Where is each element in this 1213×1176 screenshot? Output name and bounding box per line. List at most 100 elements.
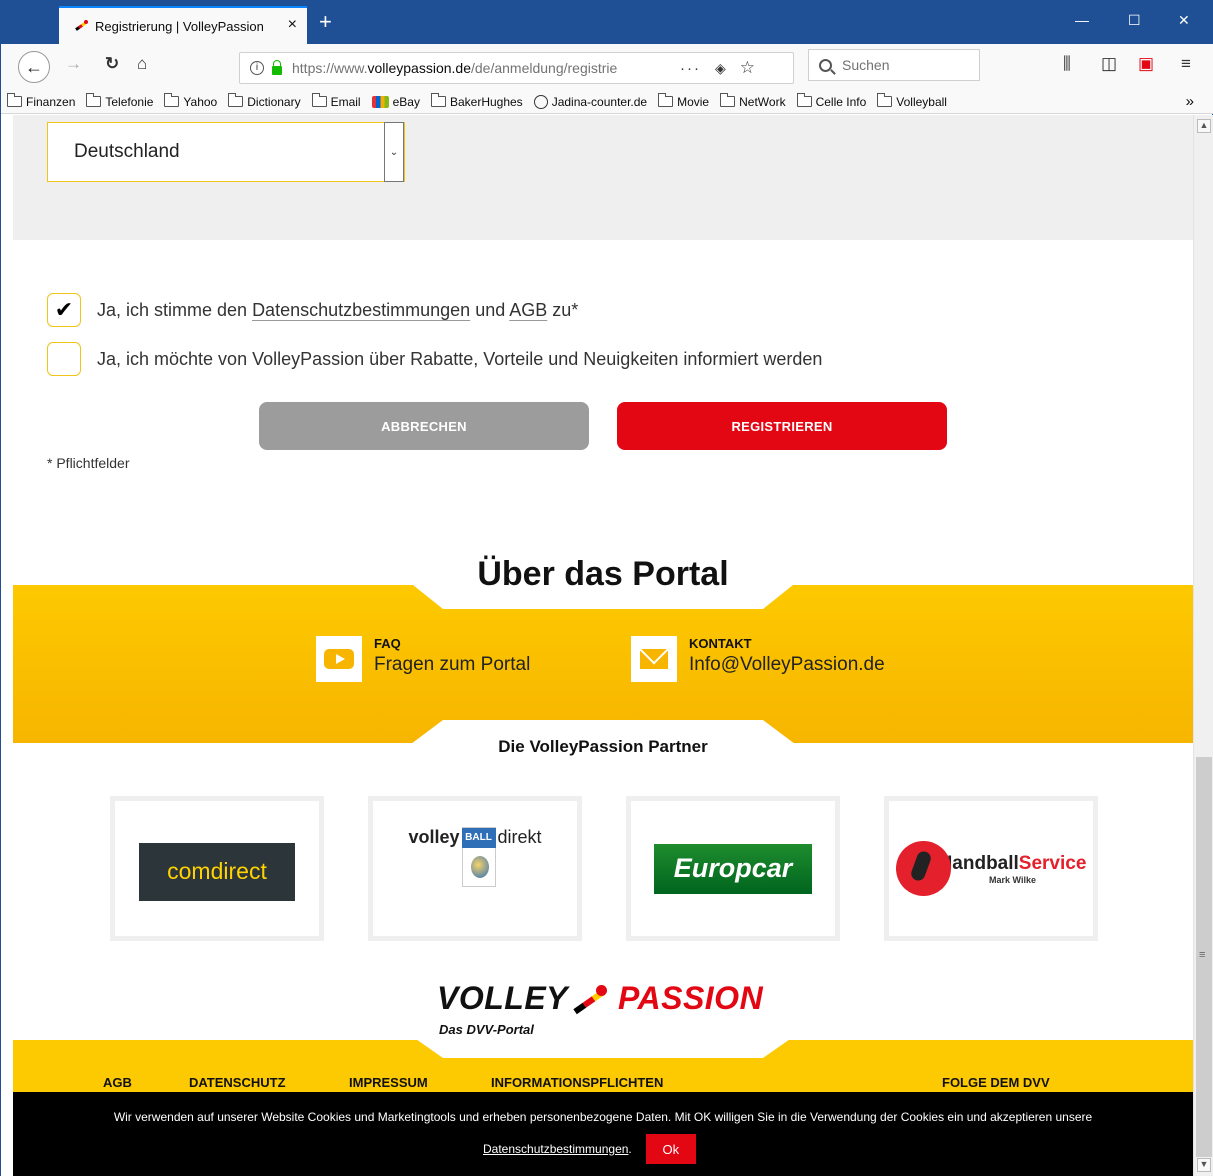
newsletter-label: Ja, ich möchte von VolleyPassion über Ra… bbox=[97, 348, 823, 369]
contact-heading: KONTAKT bbox=[689, 636, 752, 651]
search-icon bbox=[819, 58, 832, 72]
privacy-label: Ja, ich stimme den Datenschutzbestimmung… bbox=[97, 299, 579, 320]
bookmark-movie[interactable]: Movie bbox=[658, 93, 709, 109]
tab-close-icon[interactable]: × bbox=[288, 16, 297, 34]
url-bar[interactable]: i https://www.volleypassion.de/de/anmeld… bbox=[239, 52, 794, 84]
privacy-link[interactable]: Datenschutzbestimmungen bbox=[252, 300, 470, 320]
browser-tab[interactable]: Registrierung | VolleyPassion × bbox=[59, 6, 307, 44]
partner-europcar[interactable]: Europcar bbox=[626, 796, 840, 941]
footer-link-impressum[interactable]: IMPRESSUM bbox=[349, 1075, 428, 1090]
country-select[interactable]: Deutschland ⌄ bbox=[47, 122, 405, 182]
faq-heading: FAQ bbox=[374, 636, 401, 651]
bookmark-volleyball[interactable]: Volleyball bbox=[877, 93, 947, 109]
folder-icon bbox=[658, 93, 674, 107]
country-select-value: Deutschland bbox=[74, 141, 180, 162]
footer-link-datenschutz[interactable]: DATENSCHUTZ bbox=[189, 1075, 286, 1090]
agb-link[interactable]: AGB bbox=[509, 300, 547, 320]
contact-email: Info@VolleyPassion.de bbox=[689, 654, 885, 675]
bookmark-ebay[interactable]: eBay bbox=[371, 95, 420, 109]
bookmark-jadina[interactable]: Jadina-counter.de bbox=[533, 94, 647, 109]
folder-icon bbox=[311, 93, 327, 107]
bookmark-celle-info[interactable]: Celle Info bbox=[796, 93, 866, 109]
bookmark-telefonie[interactable]: Telefonie bbox=[86, 93, 153, 109]
globe-icon bbox=[533, 94, 548, 109]
portal-title: Über das Portal bbox=[477, 555, 729, 593]
partners-title: Die VolleyPassion Partner bbox=[498, 737, 708, 756]
register-button[interactable]: REGISTRIEREN bbox=[617, 402, 947, 450]
form-gray-section: Deutschland ⌄ bbox=[13, 115, 1193, 240]
bookmark-bakerhughes[interactable]: BakerHughes bbox=[430, 93, 523, 109]
folder-icon bbox=[228, 93, 244, 107]
site-info-icon[interactable]: i bbox=[250, 61, 264, 75]
back-icon[interactable]: ← bbox=[18, 51, 50, 83]
faq-text: Fragen zum Portal bbox=[374, 654, 531, 675]
bookmark-finanzen[interactable]: Finanzen bbox=[7, 93, 75, 109]
navigation-toolbar: ← → ↻ ⌂ i https://www.volleypassion.de/d… bbox=[1, 44, 1213, 90]
bookmark-email[interactable]: Email bbox=[311, 93, 361, 109]
footer-follow-dvv: FOLGE DEM DVV bbox=[942, 1075, 1050, 1090]
handballservice-logo: HandballService Mark Wilke bbox=[895, 841, 1086, 896]
chevron-down-icon[interactable]: ⌄ bbox=[384, 122, 404, 182]
folder-icon bbox=[86, 93, 102, 107]
folder-icon bbox=[7, 93, 22, 107]
cookie-privacy-link[interactable]: Datenschutzbestimmungen bbox=[483, 1142, 628, 1156]
maximize-icon[interactable]: ☐ bbox=[1128, 12, 1141, 29]
partner-handballservice[interactable]: HandballService Mark Wilke bbox=[884, 796, 1098, 941]
ebay-icon bbox=[371, 95, 389, 108]
footer-link-informationspflichten[interactable]: INFORMATIONSPFLICHTEN bbox=[491, 1075, 663, 1090]
mail-icon bbox=[631, 636, 677, 682]
volleypassion-logo[interactable]: VOLLEY PASSION bbox=[437, 980, 763, 1017]
search-placeholder: Suchen bbox=[842, 57, 890, 73]
bookmark-star-icon[interactable]: ☆ bbox=[740, 58, 755, 78]
bookmark-dictionary[interactable]: Dictionary bbox=[228, 93, 301, 109]
minimize-icon[interactable]: — bbox=[1075, 12, 1089, 28]
partner-comdirect[interactable]: comdirect bbox=[110, 796, 324, 941]
volleyballdirekt-logo: volley BALL direkt bbox=[408, 826, 542, 887]
cancel-button[interactable]: ABBRECHEN bbox=[259, 402, 589, 450]
library-icon[interactable]: ⫼ bbox=[1063, 54, 1071, 74]
faq-link[interactable]: FAQ Fragen zum Portal bbox=[316, 636, 530, 682]
bookmark-yahoo[interactable]: Yahoo bbox=[164, 93, 217, 109]
cookie-banner: Wir verwenden auf unserer Website Cookie… bbox=[13, 1092, 1193, 1176]
footer-link-agb[interactable]: AGB bbox=[103, 1075, 132, 1090]
menu-icon[interactable]: ≡ bbox=[1181, 54, 1191, 74]
europcar-logo: Europcar bbox=[654, 843, 812, 894]
comdirect-logo: comdirect bbox=[139, 842, 295, 901]
video-play-icon bbox=[316, 636, 362, 682]
browser-window: Registrierung | VolleyPassion × + — ☐ ✕ … bbox=[0, 0, 1213, 1176]
window-close-icon[interactable]: ✕ bbox=[1178, 12, 1190, 29]
scroll-up-icon[interactable]: ▲ bbox=[1197, 119, 1211, 133]
search-input[interactable]: Suchen bbox=[808, 49, 980, 81]
partner-volleyballdirekt[interactable]: volley BALL direkt bbox=[368, 796, 582, 941]
folder-icon bbox=[430, 93, 446, 107]
page-actions-icon[interactable]: ··· bbox=[680, 60, 701, 77]
newsletter-checkbox[interactable] bbox=[47, 342, 81, 376]
home-icon[interactable]: ⌂ bbox=[137, 54, 147, 74]
volleypassion-favicon-icon bbox=[73, 18, 89, 34]
privacy-consent-row: ✔ Ja, ich stimme den Datenschutzbestimmu… bbox=[47, 293, 578, 327]
privacy-checkbox[interactable]: ✔ bbox=[47, 293, 81, 327]
folder-icon bbox=[877, 93, 893, 107]
reload-icon[interactable]: ↻ bbox=[105, 54, 119, 74]
pocket-icon[interactable]: ▣ bbox=[1138, 54, 1154, 74]
bookmarks-overflow-icon[interactable]: » bbox=[1186, 93, 1194, 110]
bookmark-network[interactable]: NetWork bbox=[720, 93, 786, 109]
scroll-down-icon[interactable]: ▼ bbox=[1197, 1158, 1211, 1172]
sidebar-icon[interactable]: ◫ bbox=[1101, 54, 1117, 74]
pocket-save-icon[interactable]: ◈ bbox=[715, 60, 726, 77]
cookie-message: Wir verwenden auf unserer Website Cookie… bbox=[113, 1110, 1093, 1124]
folder-icon bbox=[164, 93, 180, 107]
url-text[interactable]: https://www.volleypassion.de/de/anmeldun… bbox=[292, 60, 664, 76]
handball-player-icon bbox=[895, 841, 951, 896]
secure-lock-icon bbox=[272, 59, 282, 75]
page-scrollbar[interactable]: ▲ ≡ ▼ bbox=[1193, 115, 1213, 1176]
folder-icon bbox=[720, 93, 736, 107]
brand-tagline: Das DVV-Portal bbox=[439, 1022, 534, 1037]
volleyball-mark-icon bbox=[572, 984, 612, 1013]
cookie-ok-button[interactable]: Ok bbox=[645, 1134, 696, 1164]
folder-icon bbox=[796, 93, 812, 107]
required-fields-note: * Pflichtfelder bbox=[47, 455, 130, 471]
contact-link[interactable]: KONTAKT Info@VolleyPassion.de bbox=[631, 636, 885, 682]
new-tab-icon[interactable]: + bbox=[319, 9, 332, 35]
forward-icon[interactable]: → bbox=[65, 54, 82, 74]
